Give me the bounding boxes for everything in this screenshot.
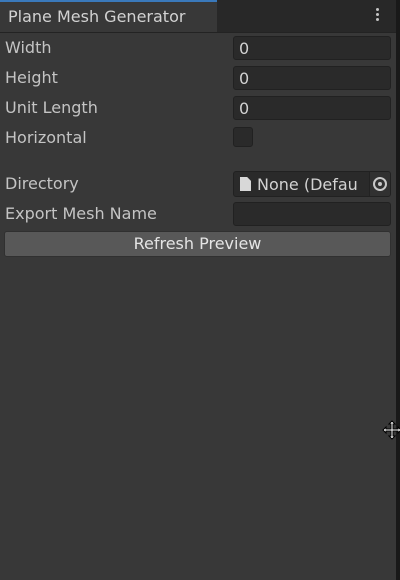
property-row-export-mesh-name: Export Mesh Name xyxy=(0,201,396,226)
height-label: Height xyxy=(5,68,58,87)
property-row-height: Height 0 xyxy=(0,65,396,90)
export-mesh-name-field[interactable] xyxy=(233,202,391,226)
file-icon xyxy=(240,177,251,191)
width-label: Width xyxy=(5,38,52,57)
editor-window: Plane Mesh Generator Width 0 Height 0 Un… xyxy=(0,0,396,580)
property-row-unit-length: Unit Length 0 xyxy=(0,95,396,120)
height-value: 0 xyxy=(239,69,250,88)
object-picker-button[interactable] xyxy=(369,172,390,196)
width-field[interactable]: 0 xyxy=(233,36,391,60)
directory-label: Directory xyxy=(5,174,79,193)
property-row-width: Width 0 xyxy=(0,35,396,60)
object-picker-icon xyxy=(373,177,387,191)
refresh-preview-button[interactable]: Refresh Preview xyxy=(4,231,391,257)
property-row-directory: Directory None (Defau xyxy=(0,171,396,197)
directory-value: None (Defau xyxy=(257,175,358,194)
height-field[interactable]: 0 xyxy=(233,66,391,90)
tab-title: Plane Mesh Generator xyxy=(8,7,186,26)
kebab-menu-icon[interactable] xyxy=(370,6,384,26)
move-cursor-icon xyxy=(382,420,400,440)
export-mesh-name-label: Export Mesh Name xyxy=(5,204,157,223)
tab-bar: Plane Mesh Generator xyxy=(0,0,396,33)
horizontal-label: Horizontal xyxy=(5,128,87,147)
horizontal-checkbox[interactable] xyxy=(233,127,253,147)
unit-length-field[interactable]: 0 xyxy=(233,96,391,120)
unit-length-value: 0 xyxy=(239,99,250,118)
property-row-horizontal: Horizontal xyxy=(0,125,396,149)
directory-object-field[interactable]: None (Defau xyxy=(233,171,391,197)
unit-length-label: Unit Length xyxy=(5,98,98,117)
window-edge xyxy=(396,0,400,580)
tab-plane-mesh-generator[interactable]: Plane Mesh Generator xyxy=(0,0,217,32)
width-value: 0 xyxy=(239,39,250,58)
